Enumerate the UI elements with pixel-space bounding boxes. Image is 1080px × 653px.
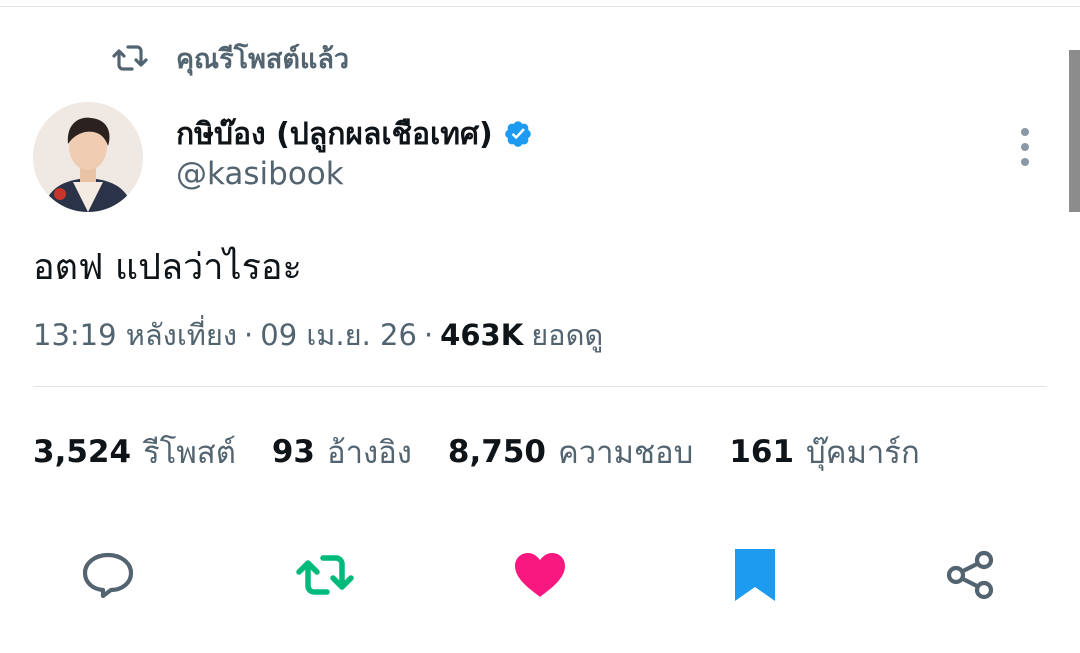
reply-icon xyxy=(80,549,136,605)
retweet-icon xyxy=(112,42,148,74)
verified-badge-icon[interactable] xyxy=(503,118,535,150)
views-label[interactable]: ยอดดู xyxy=(531,312,603,358)
stat-quotes[interactable]: 93 อ้างอิง xyxy=(272,427,412,477)
stat-reposts[interactable]: 3,524 รีโพสต์ xyxy=(33,427,236,477)
avatar[interactable] xyxy=(33,102,143,212)
stat-count: 93 xyxy=(271,434,315,470)
tweet-time[interactable]: 13:19 หลังเที่ยง xyxy=(33,312,237,358)
stat-bookmarks[interactable]: 161 บุ๊คมาร์ก xyxy=(729,427,919,477)
share-button[interactable] xyxy=(940,545,1000,609)
share-icon xyxy=(942,547,998,607)
views-count[interactable]: 463K xyxy=(440,318,523,352)
reply-button[interactable] xyxy=(76,545,140,609)
engagement-stats: 3,524 รีโพสต์ 93 อ้างอิง 8,750 ความชอบ 1… xyxy=(33,426,956,478)
author-name-row[interactable]: กษิบ๊อง (ปลูกผลเชือเทศ) xyxy=(176,110,535,158)
retweet-icon xyxy=(294,550,356,604)
action-bar xyxy=(0,545,1080,609)
stat-label: รีโพสต์ xyxy=(143,435,236,471)
tweet-text: อตฟ แปลว่าไรอะ xyxy=(33,247,302,288)
author-handle[interactable]: @kasibook xyxy=(176,156,344,192)
stat-label: อ้างอิง xyxy=(327,435,412,471)
more-options-icon[interactable] xyxy=(1014,124,1036,170)
stat-count: 8,750 xyxy=(447,434,546,470)
meta-separator: · xyxy=(244,318,254,352)
bookmark-icon xyxy=(733,547,777,607)
bookmark-button[interactable] xyxy=(730,545,780,609)
tweet-metadata: 13:19 หลังเที่ยง · 09 เม.ย. 26 · 463K ยอ… xyxy=(33,312,603,358)
retweet-context[interactable]: คุณรีโพสต์แล้ว xyxy=(112,36,349,80)
stats-divider xyxy=(33,386,1047,387)
tweet-date[interactable]: 09 เม.ย. 26 xyxy=(260,312,417,358)
retweet-button[interactable] xyxy=(290,545,360,609)
meta-separator: · xyxy=(423,318,434,352)
retweet-context-label: คุณรีโพสต์แล้ว xyxy=(176,43,350,75)
like-button[interactable] xyxy=(508,545,572,609)
scrollbar-thumb[interactable] xyxy=(1069,50,1080,212)
stat-label: ความชอบ xyxy=(557,435,694,471)
stat-label: บุ๊คมาร์ก xyxy=(806,435,920,471)
stat-likes[interactable]: 8,750 ความชอบ xyxy=(448,427,693,477)
author-display-name[interactable]: กษิบ๊อง (ปลูกผลเชือเทศ) xyxy=(176,111,493,158)
stat-count: 161 xyxy=(729,434,795,470)
top-divider xyxy=(0,6,1080,7)
stat-count: 3,524 xyxy=(33,434,132,470)
heart-icon xyxy=(512,550,568,604)
